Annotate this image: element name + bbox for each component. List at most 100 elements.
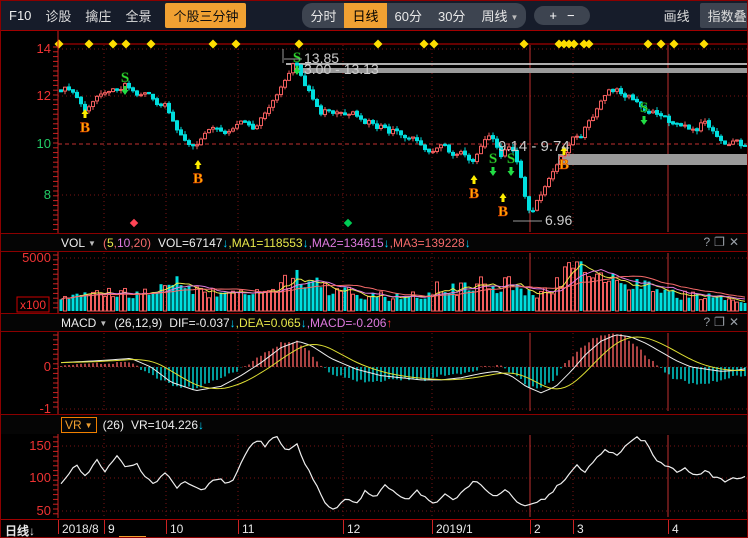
vr-panel-header: VR▼ (26) VR=104.226↓: [1, 414, 748, 434]
tab-weekly[interactable]: 周线▼: [473, 3, 526, 28]
period-indicator[interactable]: 日线↓: [5, 522, 35, 538]
vol-value: VOL=67147: [158, 236, 222, 250]
svg-text:10: 10: [37, 136, 51, 151]
help-icon[interactable]: ?: [703, 235, 714, 249]
vr-params: (26): [103, 418, 124, 432]
macd-value: ,MACD=-0.206: [307, 316, 387, 330]
month-label: 4: [672, 522, 679, 536]
index-overlay-button[interactable]: 指数叠加▼: [700, 3, 748, 28]
month-tick: [573, 520, 574, 534]
zoom-pill: +−: [534, 6, 589, 25]
candlestick-series: [60, 61, 747, 213]
price-gap-band: [558, 154, 748, 165]
stock-terminal-window: 141210850000-115010050BBBBBSSSSS13.853.0…: [0, 0, 748, 538]
price-annotation: 3.00 - 13.13: [304, 61, 379, 77]
tab-stock-3min[interactable]: 个股三分钟: [165, 3, 246, 28]
down-arrow-icon: ↓: [465, 236, 471, 250]
macd-params: (26,12,9): [114, 316, 162, 330]
chevron-down-icon: ▼: [99, 319, 107, 328]
menu-item-qinzhuang[interactable]: 擒庄: [85, 6, 111, 25]
ma2-value: ,MA2=134615: [309, 236, 384, 250]
price-annotation: 9.14 - 9.74: [498, 138, 570, 155]
tab-30min[interactable]: 30分: [430, 3, 473, 28]
chart-diamond-marker: [344, 219, 352, 227]
svg-text:12: 12: [37, 88, 51, 103]
tab-fenshi[interactable]: 分时: [302, 3, 344, 28]
sell-signal: S: [489, 151, 497, 167]
month-tick: [104, 520, 105, 534]
svg-text:100: 100: [29, 470, 51, 485]
top-toolbar: F10 诊股 擒庄 全景 个股三分钟 分时 日线 60分 30分 周线▼ +− …: [1, 1, 748, 31]
zoom-in-button[interactable]: +: [544, 8, 562, 23]
svg-text:150: 150: [29, 438, 51, 453]
month-label: 2: [534, 522, 541, 536]
dif-value: DIF=-0.037: [169, 316, 229, 330]
maximize-icon[interactable]: ❐: [714, 235, 729, 249]
vr-line: [61, 437, 745, 509]
vol-indicator-selector[interactable]: VOL▼: [61, 236, 96, 250]
chevron-down-icon: ▼: [85, 421, 93, 430]
month-tick: [58, 520, 59, 534]
macd-panel-header: MACD▼ (26,12,9) DIF=-0.037↓ ,DEA=0.065↓ …: [1, 313, 748, 332]
down-arrow-icon: ↓: [198, 418, 204, 432]
period-tab-group: 分时 日线 60分 30分 周线▼: [302, 3, 526, 28]
svg-text:8: 8: [44, 187, 51, 202]
month-tick: [343, 520, 344, 534]
menu-item-zhengu[interactable]: 诊股: [45, 6, 71, 25]
help-icon[interactable]: ?: [703, 315, 714, 329]
close-icon[interactable]: ✕: [729, 315, 743, 329]
price-annotation: 6.96: [545, 212, 572, 228]
chart-diamond-marker: [130, 219, 138, 227]
tab-60min[interactable]: 60分: [387, 3, 430, 28]
month-label: 3: [577, 522, 584, 536]
month-label: 2019/1: [436, 522, 473, 536]
buy-signal: B: [559, 157, 569, 173]
month-label: 9: [108, 522, 115, 536]
month-tick: [432, 520, 433, 534]
month-tick: [238, 520, 239, 534]
vol-panel-header: VOL▼ (5,10,20) VOL=67147↓ ,MA1=118553↓ ,…: [1, 233, 748, 252]
f10-button[interactable]: F10: [9, 8, 31, 23]
vol-param2: 10: [117, 236, 130, 250]
month-label: 11: [242, 522, 254, 536]
svg-text:14: 14: [37, 41, 51, 56]
buy-signal: B: [80, 120, 90, 136]
month-label: 12: [347, 522, 360, 536]
vr-value: VR=104.226: [131, 418, 198, 432]
down-arrow-icon: ↓: [29, 524, 35, 538]
zoom-out-button[interactable]: −: [562, 8, 580, 23]
tab-daily[interactable]: 日线: [344, 3, 386, 28]
chevron-down-icon: ▼: [510, 13, 518, 22]
sell-signal: S: [293, 50, 301, 66]
sep: ): [147, 236, 151, 250]
month-tick: [166, 520, 167, 534]
draw-line-button[interactable]: 画线: [664, 6, 690, 25]
buy-signal: B: [193, 171, 203, 187]
svg-text:x100: x100: [20, 298, 46, 312]
macd-indicator-selector[interactable]: MACD▼: [61, 316, 107, 330]
chevron-down-icon: ▼: [88, 239, 96, 248]
svg-text:50: 50: [37, 503, 51, 518]
menu-item-quanjing[interactable]: 全景: [125, 6, 151, 25]
buy-signal: B: [498, 204, 508, 220]
month-tick: [530, 520, 531, 534]
dif-line: [61, 335, 745, 393]
ma1-value: ,MA1=118553: [228, 236, 302, 250]
diamond-signal-row: [54, 39, 708, 227]
chart-canvas[interactable]: 141210850000-115010050BBBBBSSSSS13.853.0…: [1, 1, 748, 538]
maximize-icon[interactable]: ❐: [714, 315, 729, 329]
buy-signal: B: [469, 186, 479, 202]
time-axis-bar[interactable]: 日线↓ 2018/8 9 10 11 12 2019/1 2 3 4: [1, 519, 748, 538]
vol-param1: 5: [107, 236, 114, 250]
up-arrow-icon: ↑: [386, 316, 392, 330]
month-label: 2018/8: [62, 522, 99, 536]
month-label: 10: [170, 522, 183, 536]
month-tick: [668, 520, 669, 534]
close-icon[interactable]: ✕: [729, 235, 743, 249]
ma3-value: ,MA3=139228: [390, 236, 465, 250]
vol-param3: 20: [134, 236, 147, 250]
sell-signal: S: [640, 100, 648, 116]
vr-indicator-selector[interactable]: VR▼: [61, 417, 97, 433]
svg-text:0: 0: [44, 359, 51, 374]
sell-signal: S: [121, 70, 129, 86]
